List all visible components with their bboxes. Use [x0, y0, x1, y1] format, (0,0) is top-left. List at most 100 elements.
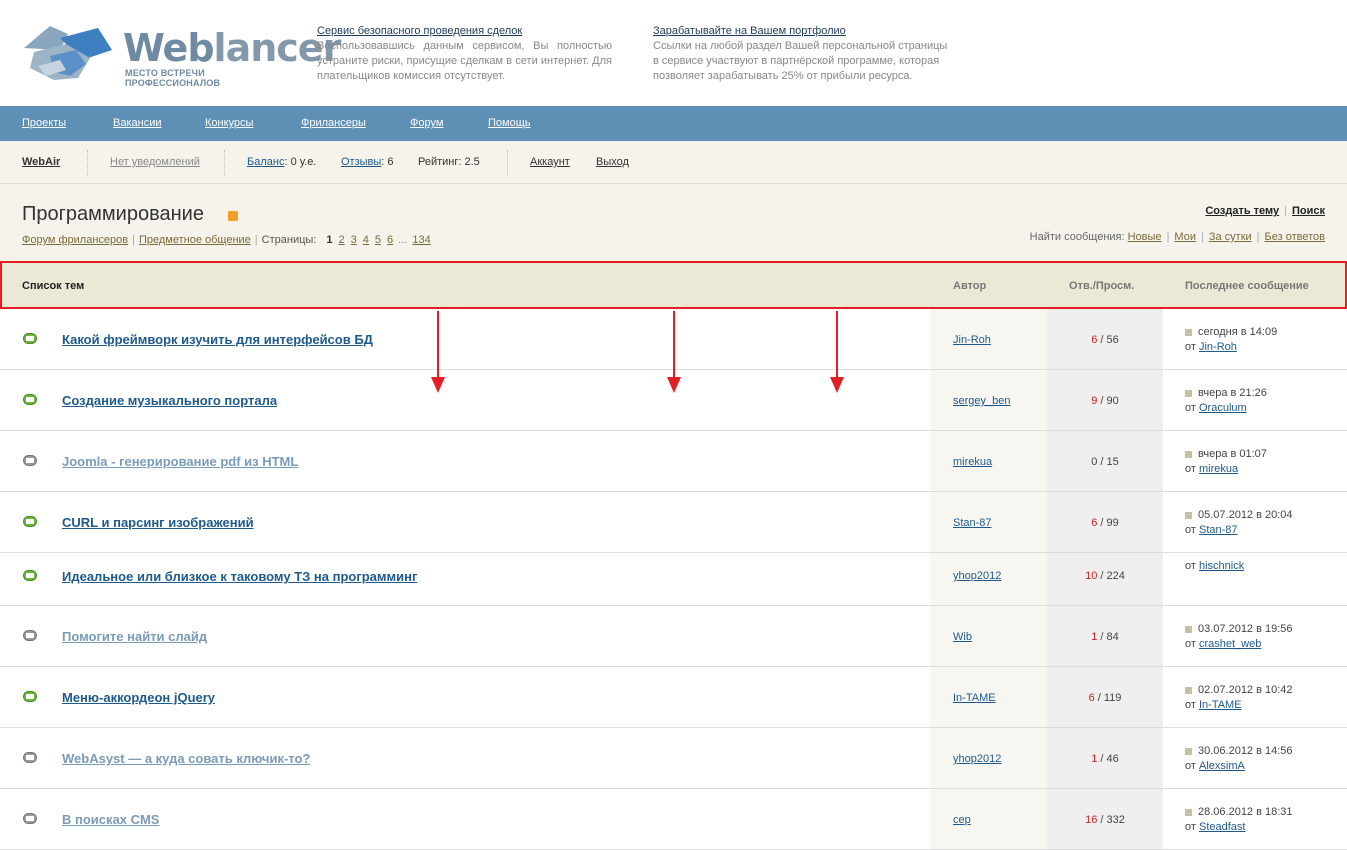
read-envelope-icon: [23, 752, 37, 763]
page-link[interactable]: 6: [387, 234, 393, 246]
logo-wordmark: Weblancer: [123, 26, 341, 70]
arrow-icon[interactable]: [1185, 328, 1192, 336]
nav-forum[interactable]: Форум: [410, 117, 443, 129]
topic-link[interactable]: Какой фреймворк изучить для интерфейсов …: [62, 332, 373, 347]
divider: |: [1166, 231, 1170, 243]
divider: |: [254, 234, 258, 246]
promo-portfolio-text: Ссылки на любой раздел Вашей персонально…: [653, 40, 948, 82]
column-last-post: Последнее сообщение: [1185, 280, 1309, 292]
logout-link[interactable]: Выход: [596, 156, 629, 168]
account-link[interactable]: Аккаунт: [530, 156, 570, 168]
nav-contests[interactable]: Конкурсы: [205, 117, 253, 129]
nav-freelancers[interactable]: Фрилансеры: [301, 117, 366, 129]
author-link[interactable]: Stan-87: [953, 517, 992, 529]
divider: |: [1284, 205, 1287, 217]
pages-label: Страницы:: [261, 234, 317, 246]
arrow-icon[interactable]: [1185, 625, 1192, 633]
column-stats: Отв./Просм.: [1069, 280, 1135, 292]
last-post: 03.07.2012 в 19:56 от crashet_web: [1185, 622, 1293, 652]
last-post-date: вчера в 01:07: [1198, 448, 1267, 460]
notifications-link[interactable]: Нет уведомлений: [110, 156, 200, 168]
find-noreply-link[interactable]: Без ответов: [1265, 231, 1325, 243]
page-link[interactable]: 4: [363, 234, 369, 246]
topic-link[interactable]: Создание музыкального портала: [62, 393, 277, 408]
last-post-user-link[interactable]: Jin-Roh: [1199, 341, 1237, 353]
nav-vacancies[interactable]: Вакансии: [113, 117, 162, 129]
last-post-user-link[interactable]: mirekua: [1199, 463, 1238, 475]
breadcrumb: Форум фрилансеров | Предметное общение | Стр…: [22, 234, 434, 246]
find-day-link[interactable]: За сутки: [1209, 231, 1252, 243]
author-cell: [930, 789, 1047, 849]
topic-link[interactable]: WebAsyst — а куда совать ключик-то?: [62, 751, 310, 766]
arrow-icon[interactable]: [1185, 450, 1192, 458]
author-link[interactable]: yhop2012: [953, 570, 1001, 582]
username-link[interactable]: WebAir: [22, 156, 60, 168]
pages-ellipsis: ...: [398, 234, 408, 246]
promo-portfolio-link[interactable]: Зарабатывайте на Вашем портфолио: [653, 24, 948, 39]
page-link[interactable]: 5: [375, 234, 381, 246]
last-post-from: от: [1185, 524, 1196, 536]
last-post-date: 05.07.2012 в 20:04: [1198, 509, 1293, 521]
author-link[interactable]: In-TAME: [953, 692, 996, 704]
rss-icon[interactable]: [228, 211, 238, 221]
author-link[interactable]: Jin-Roh: [953, 334, 991, 346]
search-button[interactable]: Поиск: [1292, 205, 1325, 217]
arrow-icon[interactable]: [1185, 747, 1192, 755]
topic-row: Идеальное или близкое к таковому ТЗ на п…: [0, 553, 1347, 606]
last-post-user-link[interactable]: hischnick: [1199, 560, 1244, 572]
page-link-last[interactable]: 134: [412, 234, 430, 246]
topic-link[interactable]: Joomla - генерирование pdf из HTML: [62, 454, 298, 469]
reviews-link[interactable]: Отзывы: [341, 156, 381, 168]
author-link[interactable]: Wib: [953, 631, 972, 643]
unread-envelope-icon: [23, 333, 37, 344]
last-post-user-link[interactable]: crashet_web: [1199, 638, 1261, 650]
logo-tagline: МЕСТО ВСТРЕЧИ ПРОФЕССИОНАЛОВ: [125, 68, 221, 88]
last-post-user-link[interactable]: AlexsimA: [1199, 760, 1245, 772]
stats-separator: /: [1097, 570, 1107, 582]
views-count: 332: [1106, 814, 1125, 826]
replies-views: 6 / 56: [1047, 334, 1163, 346]
last-post: вчера в 01:07 от mirekua: [1185, 447, 1267, 477]
balance-link[interactable]: Баланс: [247, 156, 284, 168]
topic-link[interactable]: Меню-аккордеон jQuery: [62, 690, 215, 705]
create-topic-button[interactable]: Создать тему: [1205, 205, 1279, 217]
breadcrumb-section[interactable]: Предметное общение: [139, 234, 251, 246]
topic-link[interactable]: Помогите найти слайд: [62, 629, 207, 644]
replies-views: 1 / 46: [1047, 753, 1163, 765]
find-label: Найти сообщения:: [1029, 231, 1125, 243]
promo-safe-deal-link[interactable]: Сервис безопасного проведения сделок: [317, 24, 612, 39]
topic-link[interactable]: Идеальное или близкое к таковому ТЗ на п…: [62, 569, 417, 584]
author-link[interactable]: mirekua: [953, 456, 992, 468]
last-post-user-link[interactable]: Stan-87: [1199, 524, 1238, 536]
last-post: от hischnick: [1185, 559, 1244, 574]
author-link[interactable]: yhop2012: [953, 753, 1001, 765]
breadcrumb-forum[interactable]: Форум фрилансеров: [22, 234, 128, 246]
author-link[interactable]: sergey_ben: [953, 395, 1011, 407]
arrow-icon[interactable]: [1185, 686, 1192, 694]
nav-projects[interactable]: Проекты: [22, 117, 66, 129]
last-post-date: сегодня в 14:09: [1198, 326, 1278, 338]
find-new-link[interactable]: Новые: [1128, 231, 1162, 243]
author-link[interactable]: cep: [953, 814, 971, 826]
site-logo[interactable]: Weblancer МЕСТО ВСТРЕЧИ ПРОФЕССИОНАЛОВ: [20, 20, 341, 88]
find-mine-link[interactable]: Мои: [1174, 231, 1196, 243]
divider: |: [132, 234, 135, 246]
arrow-icon[interactable]: [1185, 389, 1192, 397]
page-title: Программирование: [22, 203, 204, 225]
topic-link[interactable]: CURL и парсинг изображений: [62, 515, 254, 530]
last-post-user-link[interactable]: Steadfast: [1199, 821, 1245, 833]
topic-link[interactable]: В поисках CMS: [62, 812, 159, 827]
stats-separator: /: [1097, 517, 1107, 529]
forum-actions: Создать тему | Поиск: [1205, 205, 1325, 217]
replies-views: 6 / 119: [1047, 692, 1163, 704]
find-messages: Найти сообщения: Новые | Мои | За сутки | Без …: [1030, 231, 1325, 243]
arrow-icon[interactable]: [1185, 511, 1192, 519]
views-count: 224: [1106, 570, 1125, 582]
last-post-user-link[interactable]: Oraculum: [1199, 402, 1247, 414]
nav-help[interactable]: Помощь: [488, 117, 531, 129]
author-cell: [930, 606, 1047, 666]
last-post-user-link[interactable]: In-TAME: [1199, 699, 1242, 711]
page-link[interactable]: 2: [339, 234, 345, 246]
page-link[interactable]: 3: [351, 234, 357, 246]
arrow-icon[interactable]: [1185, 808, 1192, 816]
